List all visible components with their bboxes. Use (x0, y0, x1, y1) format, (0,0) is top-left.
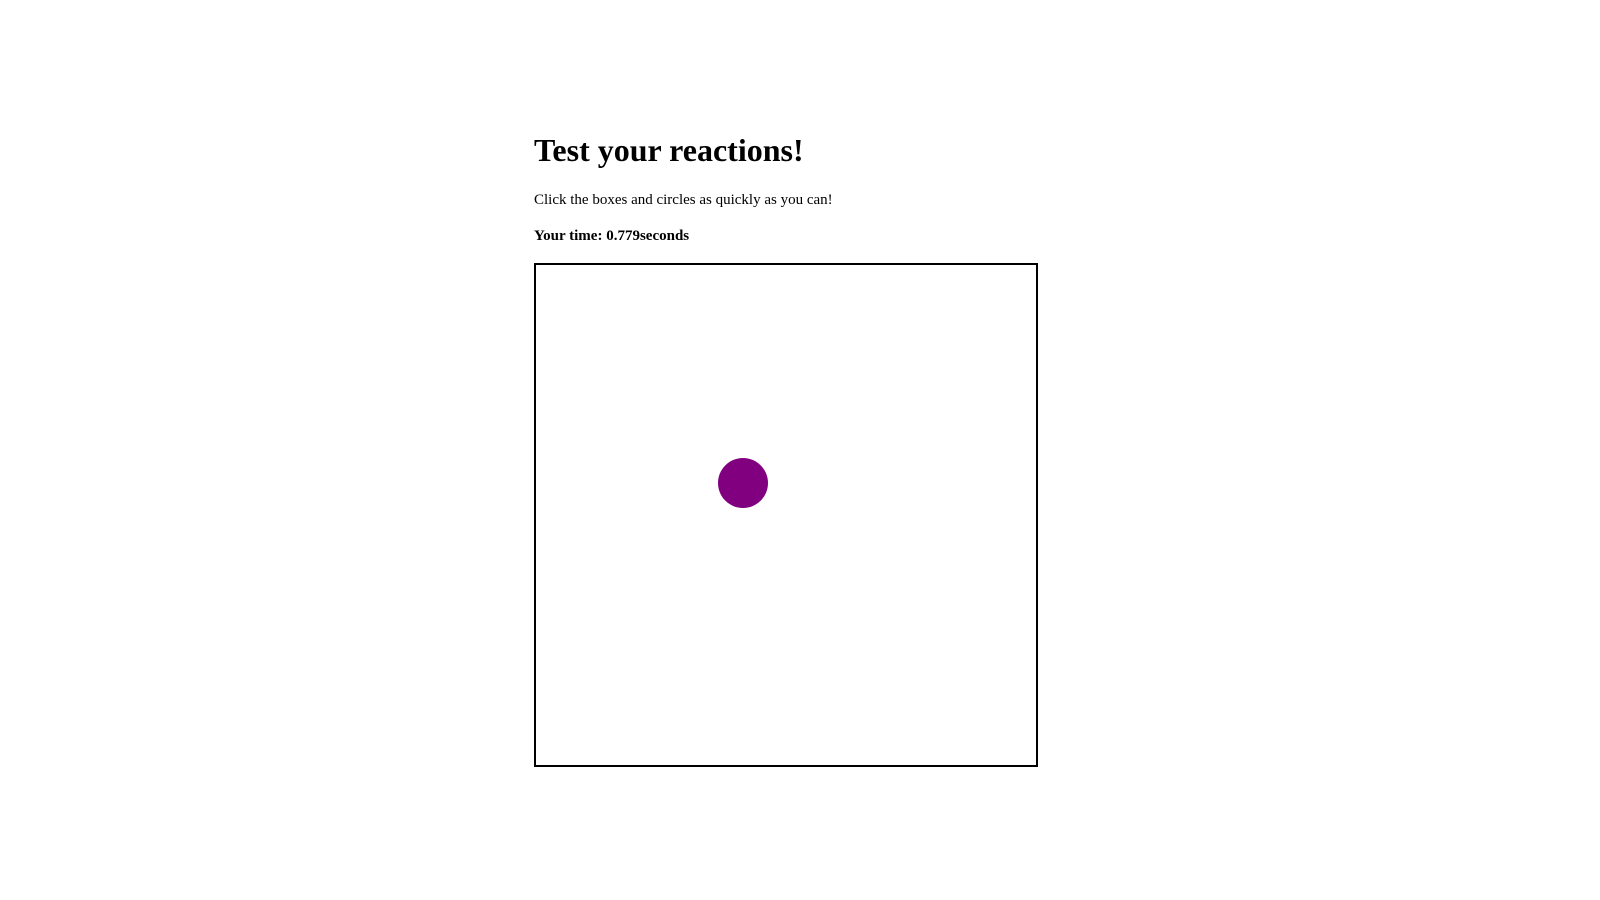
page-title: Test your reactions! (534, 132, 804, 168)
time-result: Your time: 0.779seconds (534, 225, 689, 247)
time-value: 0.779 (606, 228, 640, 244)
game-area[interactable] (534, 263, 1038, 767)
time-label: Your time: (534, 228, 603, 244)
target-circle[interactable] (718, 458, 768, 508)
instructions-text: Click the boxes and circles as quickly a… (534, 192, 833, 208)
time-unit: seconds (639, 228, 690, 244)
